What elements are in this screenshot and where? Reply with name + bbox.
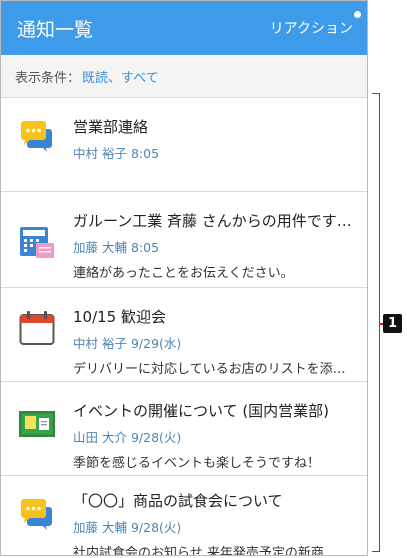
notification-panel: 通知一覧 リアクション 表示条件： 既読、すべて 営業部連絡 中村 裕子 8:0… <box>0 0 368 556</box>
callout-badge: 1 <box>383 314 402 333</box>
list-item[interactable]: 10/15 歓迎会 中村 裕子 9/29(水) デリバリーに対応しているお店のリ… <box>1 288 367 382</box>
item-meta: 中村 裕子 9/29(水) <box>73 336 182 351</box>
item-body: 社内試食会のお知らせ 来年発売予定の新商… <box>73 546 337 556</box>
list-item[interactable]: 営業部連絡 中村 裕子 8:05 <box>1 98 367 192</box>
bulletin-board-icon <box>19 411 55 437</box>
reaction-tab[interactable]: リアクション <box>270 18 353 38</box>
filter-bar: 表示条件： 既読、すべて <box>1 55 367 98</box>
unread-dot <box>354 11 361 18</box>
item-title: 10/15 歓迎会 <box>73 308 166 326</box>
phone-memo-icon <box>20 227 54 258</box>
item-title: イベントの開催について (国内営業部) <box>73 402 330 420</box>
item-body: 連絡があったことをお伝えください。 <box>73 266 294 281</box>
item-meta: 中村 裕子 8:05 <box>73 146 160 161</box>
filter-link[interactable]: 既読、すべて <box>82 67 159 86</box>
list-item[interactable]: 「〇〇」商品の試食会について 加藤 大輔 9/28(火) 社内試食会のお知らせ … <box>1 476 367 556</box>
header-bar: 通知一覧 リアクション <box>1 1 367 55</box>
item-title: 営業部連絡 <box>73 118 149 136</box>
item-title: ガルーン工業 斉藤 さんからの用件です… <box>73 212 352 230</box>
item-title: 「〇〇」商品の試食会について <box>73 492 283 510</box>
item-meta: 加藤 大輔 9/28(火) <box>73 520 182 535</box>
item-body: デリバリーに対応しているお店のリストを添… <box>73 362 346 377</box>
item-meta: 山田 大介 9/28(火) <box>73 430 182 445</box>
chat-bubbles-icon <box>21 499 52 530</box>
item-body: 季節を感じるイベントも楽しそうですね！ <box>73 456 321 471</box>
item-meta: 加藤 大輔 8:05 <box>73 240 160 255</box>
page-title: 通知一覧 <box>17 18 94 41</box>
chat-bubbles-icon <box>21 121 52 152</box>
calendar-icon <box>19 311 55 345</box>
filter-label: 表示条件： <box>15 70 81 86</box>
list-item[interactable]: イベントの開催について (国内営業部) 山田 大介 9/28(火) 季節を感じる… <box>1 382 367 476</box>
notification-list: 営業部連絡 中村 裕子 8:05 ガルーン工業 斉藤 さんからの用件です… 加藤… <box>1 98 367 556</box>
list-item[interactable]: ガルーン工業 斉藤 さんからの用件です… 加藤 大輔 8:05 連絡があったこと… <box>1 192 367 288</box>
